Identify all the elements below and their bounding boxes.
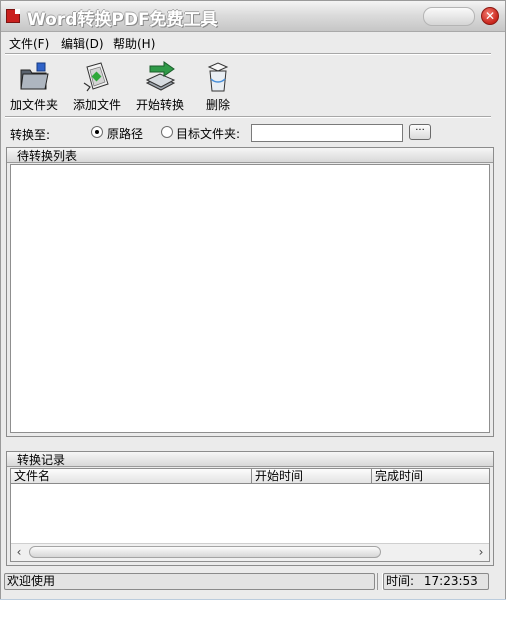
add-folder-label: 加文件夹 — [9, 98, 58, 112]
records-title: 转换记录 — [17, 453, 66, 467]
menu-separator — [5, 53, 491, 55]
target-folder-input[interactable] — [251, 124, 403, 142]
menu-edit[interactable]: 编辑(D) — [61, 35, 104, 52]
column-header-filename[interactable]: 文件名 — [11, 469, 252, 484]
toolbar-separator — [5, 116, 491, 118]
pending-list-title: 待转换列表 — [17, 149, 78, 163]
scroll-left-icon[interactable]: ‹ — [12, 545, 26, 559]
pending-list-header: 待转换列表 — [7, 148, 493, 163]
time-label: 时间: — [386, 574, 415, 588]
delete-button[interactable]: 删除 — [190, 59, 246, 115]
title-bar-pill — [423, 7, 475, 26]
column-header-finish-time[interactable]: 完成时间 — [372, 469, 490, 484]
column-header-start-time[interactable]: 开始时间 — [252, 469, 372, 484]
time-value: 17:23:53 — [423, 574, 478, 588]
pending-list-group: 待转换列表 — [6, 147, 494, 437]
records-group: 转换记录 文件名 开始时间 完成时间 ‹ › — [6, 451, 494, 566]
delete-label: 删除 — [205, 98, 230, 112]
records-table[interactable]: 文件名 开始时间 完成时间 ‹ › — [10, 468, 490, 562]
radio-target-folder[interactable] — [161, 126, 173, 138]
scroll-right-icon[interactable]: › — [474, 545, 488, 559]
convert-to-label: 转换至: — [10, 128, 51, 142]
horizontal-scrollbar[interactable]: ‹ › — [11, 543, 489, 561]
main-window: Word转换PDF免费工具 ✕ 文件(F) 编辑(D) 帮助(H) 加文件夹 添… — [0, 0, 506, 600]
records-header: 转换记录 — [7, 452, 493, 467]
add-file-label: 添加文件 — [72, 98, 121, 112]
menu-bar: 文件(F) 编辑(D) 帮助(H) — [1, 32, 505, 52]
menu-file[interactable]: 文件(F) — [9, 35, 49, 52]
radio-original-path[interactable] — [91, 126, 103, 138]
scroll-thumb[interactable] — [29, 546, 381, 558]
pending-list[interactable] — [10, 164, 490, 433]
status-time: 时间: 17:23:53 — [383, 573, 489, 590]
add-file-icon — [83, 62, 109, 92]
add-file-button[interactable]: 添加文件 — [69, 59, 125, 115]
window-title: Word转换PDF免费工具 — [27, 10, 218, 30]
start-convert-button[interactable]: 开始转换 — [132, 59, 188, 115]
target-folder-label[interactable]: 目标文件夹: — [176, 125, 240, 142]
convert-icon — [145, 61, 176, 91]
desktop-background — [0, 599, 506, 630]
menu-help[interactable]: 帮助(H) — [113, 35, 155, 52]
trash-icon — [207, 62, 229, 92]
original-path-label[interactable]: 原路径 — [107, 125, 143, 142]
folder-icon — [20, 62, 49, 90]
app-pdf-icon — [6, 9, 20, 23]
title-bar[interactable]: Word转换PDF免费工具 ✕ — [1, 1, 505, 32]
close-button[interactable]: ✕ — [481, 7, 499, 25]
add-folder-button[interactable]: 加文件夹 — [6, 59, 62, 115]
browse-button[interactable]: ··· — [409, 124, 431, 140]
status-message: 欢迎使用 — [4, 573, 375, 590]
